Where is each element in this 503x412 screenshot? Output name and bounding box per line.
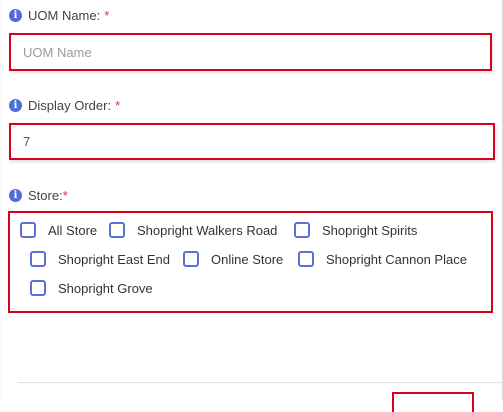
display-order-input[interactable] xyxy=(11,125,493,158)
store-option-online-store[interactable]: Online Store xyxy=(183,251,283,267)
store-option-label: Online Store xyxy=(211,251,284,267)
checkbox[interactable] xyxy=(109,222,125,238)
store-option-shopright-cannon-place[interactable]: Shopright Cannon Place xyxy=(298,251,467,267)
info-icon: i xyxy=(9,189,22,202)
checkbox[interactable] xyxy=(30,280,46,296)
info-icon: i xyxy=(9,99,22,112)
store-label-row: i Store: * xyxy=(9,188,68,203)
checkbox[interactable] xyxy=(294,222,310,238)
uom-name-label: UOM Name: xyxy=(28,8,101,23)
checkbox[interactable] xyxy=(30,251,46,267)
store-option-shopright-east-end[interactable]: Shopright East End xyxy=(30,251,170,267)
store-option-all-store[interactable]: All Store xyxy=(20,222,97,238)
store-option-label: Shopright Spirits xyxy=(322,222,418,238)
store-options-box: All Store Shopright Walkers Road Shoprig… xyxy=(8,211,493,313)
store-option-label: All Store xyxy=(48,222,98,238)
store-option-label: Shopright Grove xyxy=(58,280,153,296)
uom-name-field xyxy=(9,33,492,71)
checkbox[interactable] xyxy=(20,222,36,238)
uom-name-label-row: i UOM Name: * xyxy=(9,8,109,23)
display-order-label: Display Order: xyxy=(28,98,112,113)
display-order-field xyxy=(9,123,495,160)
required-mark: * xyxy=(115,98,121,113)
left-edge xyxy=(0,0,2,400)
info-icon: i xyxy=(9,9,22,22)
store-option-label: Shopright East End xyxy=(58,251,171,267)
checkbox[interactable] xyxy=(298,251,314,267)
display-order-label-row: i Display Order: * xyxy=(9,98,120,113)
footer-divider xyxy=(18,382,503,383)
store-option-shopright-spirits[interactable]: Shopright Spirits xyxy=(294,222,417,238)
store-label: Store: xyxy=(28,188,63,203)
store-option-shopright-grove[interactable]: Shopright Grove xyxy=(30,280,153,296)
store-option-label: Shopright Cannon Place xyxy=(326,251,467,267)
checkbox[interactable] xyxy=(183,251,199,267)
footer-button[interactable] xyxy=(392,392,474,412)
required-mark: * xyxy=(104,8,110,23)
uom-name-input[interactable] xyxy=(11,35,490,69)
store-option-label: Shopright Walkers Road xyxy=(137,222,278,238)
required-mark: * xyxy=(62,188,68,203)
store-option-shopright-walkers-road[interactable]: Shopright Walkers Road xyxy=(109,222,277,238)
